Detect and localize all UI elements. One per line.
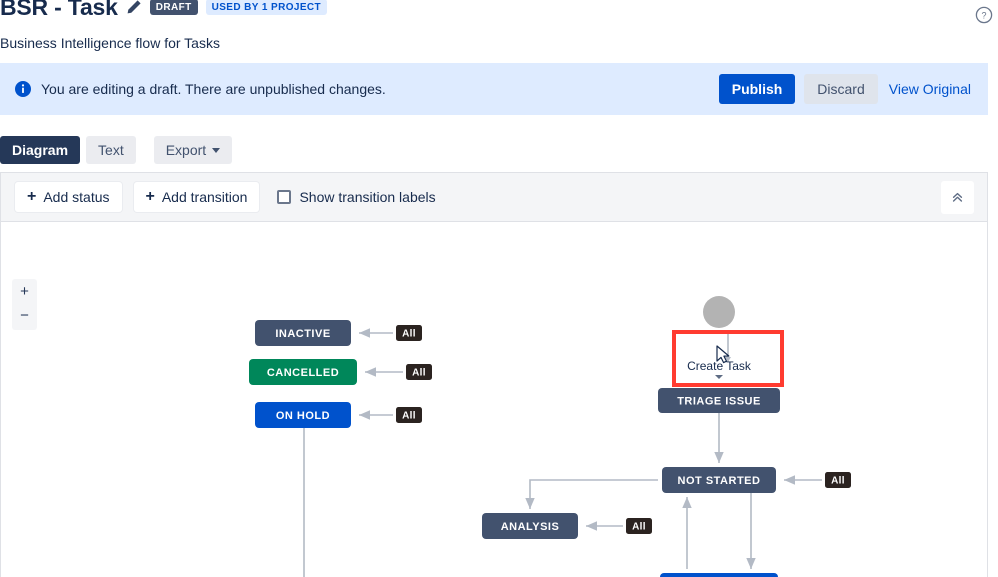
info-circle-icon xyxy=(15,81,31,97)
transition-badge-cancelled[interactable]: All xyxy=(406,364,432,380)
status-label: TRIAGE ISSUE xyxy=(677,396,761,408)
plus-icon: + xyxy=(145,188,155,205)
status-node-onhold[interactable]: ON HOLD xyxy=(255,402,351,428)
export-label: Export xyxy=(165,142,207,158)
svg-text:?: ? xyxy=(981,10,986,20)
workflow-canvas[interactable]: + − INACTIVE CANCELLED ON HOLD TRIAGE IS… xyxy=(1,222,987,577)
used-by-badge[interactable]: USED BY 1 PROJECT xyxy=(205,0,328,15)
status-node-triage-issue[interactable]: TRIAGE ISSUE xyxy=(658,388,780,413)
workflow-diagram[interactable]: INACTIVE CANCELLED ON HOLD TRIAGE ISSUE … xyxy=(1,222,987,577)
page-title-row: BSR - Task DRAFT USED BY 1 PROJECT xyxy=(0,0,988,20)
create-task-label: Create Task xyxy=(687,359,752,373)
add-status-label: Add status xyxy=(43,189,110,205)
view-tabs: Diagram Text Export xyxy=(0,136,233,164)
add-transition-button[interactable]: + Add transition xyxy=(133,182,260,212)
status-node-not-started[interactable]: NOT STARTED xyxy=(662,467,776,493)
transition-badge-label: All xyxy=(402,411,416,422)
publish-button[interactable]: Publish xyxy=(718,74,796,104)
status-node-analysis[interactable]: ANALYSIS xyxy=(482,513,578,539)
transition-badge-not-started[interactable]: All xyxy=(825,472,851,488)
plus-icon: + xyxy=(27,188,37,205)
page-subtitle: Business Intelligence flow for Tasks xyxy=(0,35,220,51)
export-button[interactable]: Export xyxy=(153,136,233,164)
diagram-toolbar: + Add status + Add transition Show trans… xyxy=(1,173,987,222)
edge-notstarted-analysis xyxy=(525,479,658,509)
transition-badge-label: All xyxy=(831,476,845,487)
collapse-toolbar-button[interactable] xyxy=(941,181,974,214)
tab-diagram[interactable]: Diagram xyxy=(0,136,81,164)
banner-actions: Publish Discard View Original xyxy=(718,74,973,104)
chevron-down-icon xyxy=(212,147,221,153)
status-node-cancelled[interactable]: CANCELLED xyxy=(249,359,357,385)
show-transition-labels-toggle[interactable]: Show transition labels xyxy=(277,189,436,205)
edge-onhold-inprogress xyxy=(303,428,305,577)
status-node-in-progress[interactable]: IN PROGRESS xyxy=(660,573,778,577)
status-label: NOT STARTED xyxy=(678,475,761,487)
view-original-link[interactable]: View Original xyxy=(887,81,973,97)
zoom-in-button[interactable]: + xyxy=(16,284,33,300)
transition-badge-onhold[interactable]: All xyxy=(396,407,422,423)
transition-badge-inactive[interactable]: All xyxy=(396,325,422,341)
caret-down-icon xyxy=(715,375,723,379)
tab-text[interactable]: Text xyxy=(86,136,136,164)
status-label: INACTIVE xyxy=(275,328,330,340)
transition-badge-label: All xyxy=(632,522,646,533)
status-label: ANALYSIS xyxy=(501,521,560,533)
pencil-icon[interactable] xyxy=(126,0,142,15)
page-title: BSR - Task xyxy=(0,0,118,20)
workflow-editor-page: BSR - Task DRAFT USED BY 1 PROJECT Busin… xyxy=(0,0,998,577)
transition-badge-analysis[interactable]: All xyxy=(626,518,652,534)
status-node-inactive[interactable]: INACTIVE xyxy=(255,320,351,346)
chevrons-up-icon xyxy=(952,192,963,202)
add-status-button[interactable]: + Add status xyxy=(15,182,122,212)
diagram-panel: + Add status + Add transition Show trans… xyxy=(0,172,988,577)
start-circle-icon[interactable] xyxy=(703,296,735,328)
add-transition-label: Add transition xyxy=(161,189,248,205)
draft-badge: DRAFT xyxy=(149,0,198,15)
checkbox-icon[interactable] xyxy=(277,190,292,204)
banner-message: You are editing a draft. There are unpub… xyxy=(41,81,386,97)
show-transition-labels-label: Show transition labels xyxy=(299,189,436,205)
draft-banner: You are editing a draft. There are unpub… xyxy=(0,63,988,115)
status-label: ON HOLD xyxy=(276,410,330,422)
page-header: BSR - Task DRAFT USED BY 1 PROJECT Busin… xyxy=(0,0,988,52)
zoom-controls: + − xyxy=(12,279,37,330)
zoom-out-button[interactable]: − xyxy=(16,308,33,324)
status-label: CANCELLED xyxy=(267,367,339,379)
transition-badge-label: All xyxy=(412,368,426,379)
discard-button[interactable]: Discard xyxy=(804,74,878,104)
question-circle-icon[interactable]: ? xyxy=(973,4,995,26)
transition-badge-label: All xyxy=(402,329,416,340)
